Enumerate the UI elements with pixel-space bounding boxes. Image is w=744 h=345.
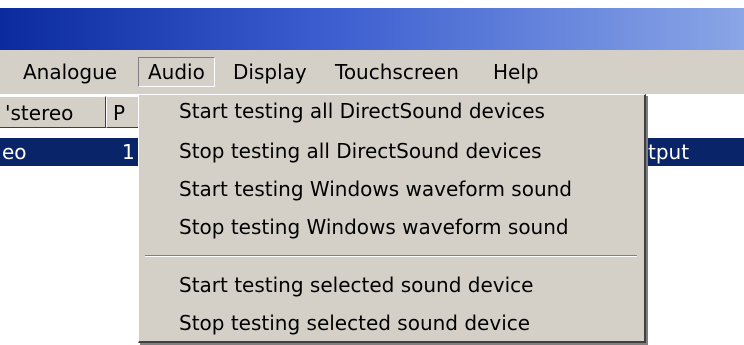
column-header-stereo[interactable]: 'stereo: [0, 96, 106, 128]
titlebar-top-edge: [0, 0, 744, 8]
menu-audio[interactable]: Audio: [138, 57, 215, 87]
window-titlebar: [0, 0, 744, 50]
row-cell-p: 1: [122, 140, 135, 164]
menu-item-stop-all-directsound[interactable]: Stop testing all DirectSound devices: [179, 137, 542, 165]
menu-item-stop-waveform[interactable]: Stop testing Windows waveform sound: [179, 213, 569, 241]
row-cell-stereo: eo: [2, 140, 27, 164]
menu-help[interactable]: Help: [484, 57, 548, 87]
menu-item-start-all-directsound[interactable]: Start testing all DirectSound devices: [179, 97, 545, 125]
menu-item-stop-selected-device[interactable]: Stop testing selected sound device: [179, 309, 530, 337]
menu-item-start-selected-device[interactable]: Start testing selected sound device: [179, 271, 533, 299]
menu-analogue[interactable]: Analogue: [14, 57, 126, 87]
row-cell-output: tput: [648, 140, 690, 164]
menu-touchscreen[interactable]: Touchscreen: [326, 57, 468, 87]
menu-bar: Analogue Audio Display Touchscreen Help: [0, 50, 744, 94]
menu-separator: [145, 255, 637, 257]
menu-item-start-waveform[interactable]: Start testing Windows waveform sound: [179, 175, 572, 203]
audio-menu-dropdown: Start testing all DirectSound devices St…: [138, 94, 646, 343]
menu-display[interactable]: Display: [224, 57, 316, 87]
